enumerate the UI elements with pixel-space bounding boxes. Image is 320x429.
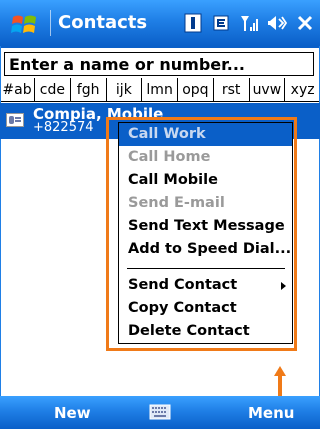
menu-item-send-contact-label: Send Contact bbox=[128, 277, 238, 293]
menu-item-copy-contact[interactable]: Copy Contact bbox=[119, 297, 292, 320]
contact-card-icon bbox=[6, 113, 24, 127]
screen: Contacts #ab cde fgh ijk lmn opq bbox=[0, 0, 320, 429]
title-separator bbox=[50, 10, 51, 36]
alpha-tab-ijk[interactable]: ijk bbox=[105, 78, 142, 101]
close-icon[interactable] bbox=[294, 12, 316, 34]
alpha-tab-rst[interactable]: rst bbox=[212, 78, 249, 101]
menu-item-add-to-speed-dial[interactable]: Add to Speed Dial... bbox=[119, 238, 292, 261]
menu-item-call-mobile[interactable]: Call Mobile bbox=[119, 169, 292, 192]
search-bar bbox=[0, 46, 320, 78]
alpha-tab-ab[interactable]: #ab bbox=[0, 78, 34, 101]
search-input[interactable] bbox=[4, 52, 314, 76]
app-title: Contacts bbox=[58, 12, 148, 33]
alpha-tab-cde[interactable]: cde bbox=[34, 78, 70, 101]
status-icons bbox=[182, 11, 316, 35]
speaker-icon[interactable] bbox=[266, 12, 288, 34]
keyboard-icon[interactable] bbox=[149, 404, 171, 420]
left-border bbox=[0, 46, 1, 396]
menu-item-delete-contact[interactable]: Delete Contact bbox=[119, 320, 292, 343]
submenu-arrow-icon bbox=[281, 282, 286, 290]
softkey-menu[interactable]: Menu bbox=[248, 404, 294, 422]
signal-icon[interactable] bbox=[238, 12, 260, 34]
menu-item-send-email[interactable]: Send E-mail bbox=[119, 192, 292, 215]
alphabet-tabs: #ab cde fgh ijk lmn opq rst uvw xyz bbox=[0, 78, 320, 102]
title-bar: Contacts bbox=[0, 0, 320, 46]
windows-flag-icon[interactable] bbox=[10, 11, 40, 37]
sim-icon[interactable] bbox=[182, 12, 204, 34]
alpha-tab-opq[interactable]: opq bbox=[177, 78, 213, 101]
menu-separator bbox=[127, 268, 285, 269]
context-menu: Call Work Call Home Call Mobile Send E-m… bbox=[118, 122, 293, 344]
contact-number: +822574 bbox=[33, 120, 94, 135]
alpha-tab-fgh[interactable]: fgh bbox=[69, 78, 106, 101]
alpha-tab-xyz[interactable]: xyz bbox=[284, 78, 320, 101]
menu-item-call-work[interactable]: Call Work bbox=[119, 123, 292, 146]
alpha-tab-uvw[interactable]: uvw bbox=[248, 78, 285, 101]
menu-item-call-home[interactable]: Call Home bbox=[119, 146, 292, 169]
menu-item-send-text-message[interactable]: Send Text Message bbox=[119, 215, 292, 238]
alpha-tab-lmn[interactable]: lmn bbox=[141, 78, 177, 101]
data-icon[interactable] bbox=[210, 12, 232, 34]
menu-item-send-contact[interactable]: Send Contact bbox=[119, 274, 292, 297]
softkey-new[interactable]: New bbox=[54, 404, 91, 422]
softkey-bar: New Menu bbox=[0, 396, 320, 429]
